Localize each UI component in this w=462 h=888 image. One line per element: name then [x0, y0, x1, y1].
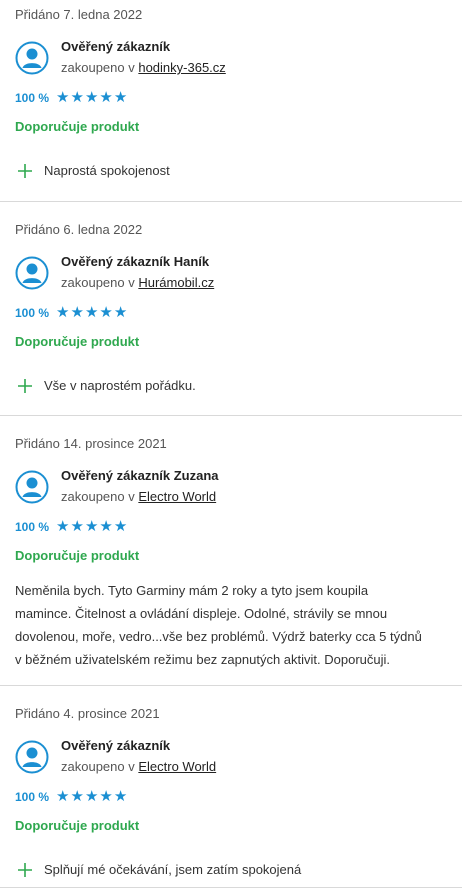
rating: 100 % ★ ★ ★ ★ ★ — [15, 305, 127, 320]
review-text: Neměnila bych. Tyto Garminy mám 2 roky a… — [15, 579, 452, 671]
pro-text: Vše v naprostém pořádku. — [44, 378, 196, 393]
shop-link[interactable]: Electro World — [138, 489, 216, 504]
purchase-info: zakoupeno v Hurámobil.cz — [61, 275, 214, 290]
review-text-line: v běžném uživatelském režimu bez zapnutý… — [15, 652, 390, 667]
rating-stars: ★ ★ ★ ★ ★ — [56, 789, 127, 804]
star-icon: ★ — [113, 89, 128, 106]
star-icon: ★ — [99, 89, 113, 106]
review-card: Přidáno 14. prosince 2021 Ověřený zákazn… — [0, 416, 462, 686]
review-author: Ověřený zákazník Zuzana — [61, 468, 219, 483]
pro-item: Vše v naprostém pořádku. — [18, 378, 196, 393]
rating: 100 % ★ ★ ★ ★ ★ — [15, 789, 127, 804]
rating-percent: 100 % — [15, 305, 50, 320]
shop-link[interactable]: Electro World — [138, 759, 216, 774]
rating-percent: 100 % — [15, 789, 50, 804]
star-icon: ★ — [56, 788, 70, 805]
review-card: Přidáno 6. ledna 2022 Ověřený zákazník H… — [0, 202, 462, 416]
purchase-prefix: zakoupeno v — [61, 759, 139, 774]
purchase-prefix: zakoupeno v — [61, 275, 139, 290]
star-icon: ★ — [84, 788, 99, 805]
rating-stars: ★ ★ ★ ★ ★ — [56, 519, 127, 534]
star-icon: ★ — [99, 304, 113, 321]
purchase-info: zakoupeno v Electro World — [61, 759, 216, 774]
star-icon: ★ — [70, 788, 84, 805]
rating-stars: ★ ★ ★ ★ ★ — [56, 90, 127, 105]
purchase-info: zakoupeno v hodinky-365.cz — [61, 60, 226, 75]
plus-icon — [18, 862, 32, 877]
review-text-line: mamince. Čitelnost a ovládání displeje. … — [15, 606, 388, 621]
review-date: Přidáno 6. ledna 2022 — [15, 222, 143, 237]
review-card: Přidáno 7. ledna 2022 Ověřený zákazník z… — [0, 0, 462, 202]
star-icon: ★ — [56, 89, 70, 106]
user-avatar-icon — [15, 740, 49, 774]
recommend-label: Doporučuje produkt — [15, 548, 140, 563]
plus-icon — [18, 378, 32, 393]
plus-icon — [18, 163, 32, 178]
review-card: Přidáno 4. prosince 2021 Ověřený zákazní… — [0, 686, 462, 888]
pro-text: Splňují mé očekávání, jsem zatím spokoje… — [44, 862, 302, 877]
star-icon: ★ — [70, 518, 84, 535]
review-author: Ověřený zákazník — [61, 39, 171, 54]
purchase-prefix: zakoupeno v — [61, 489, 139, 504]
review-date: Přidáno 7. ledna 2022 — [15, 7, 143, 22]
shop-link[interactable]: Hurámobil.cz — [138, 275, 214, 290]
recommend-label: Doporučuje produkt — [15, 119, 140, 134]
purchase-prefix: zakoupeno v — [61, 60, 139, 75]
review-author: Ověřený zákazník Haník — [61, 254, 210, 269]
purchase-info: zakoupeno v Electro World — [61, 489, 216, 504]
shop-link[interactable]: hodinky-365.cz — [138, 60, 225, 75]
pro-item: Splňují mé očekávání, jsem zatím spokoje… — [18, 862, 301, 877]
rating-percent: 100 % — [15, 90, 50, 105]
rating-percent: 100 % — [15, 519, 50, 534]
review-author: Ověřený zákazník — [61, 738, 171, 753]
pro-text: Naprostá spokojenost — [44, 163, 170, 178]
star-icon: ★ — [113, 788, 128, 805]
star-icon: ★ — [99, 788, 113, 805]
recommend-label: Doporučuje produkt — [15, 334, 140, 349]
review-date: Přidáno 14. prosince 2021 — [15, 436, 167, 451]
user-avatar-icon — [15, 470, 49, 504]
star-icon: ★ — [70, 304, 84, 321]
rating: 100 % ★ ★ ★ ★ ★ — [15, 90, 127, 105]
star-icon: ★ — [56, 518, 70, 535]
review-text-line: dovolenou, moře, vedro...vše bez problém… — [15, 629, 422, 644]
rating-stars: ★ ★ ★ ★ ★ — [56, 305, 127, 320]
star-icon: ★ — [113, 518, 128, 535]
star-icon: ★ — [99, 518, 113, 535]
star-icon: ★ — [113, 304, 128, 321]
user-avatar-icon — [15, 41, 49, 75]
user-avatar-icon — [15, 256, 49, 290]
star-icon: ★ — [70, 89, 84, 106]
review-text-line: Neměnila bych. Tyto Garminy mám 2 roky a… — [15, 583, 369, 598]
star-icon: ★ — [84, 304, 99, 321]
star-icon: ★ — [84, 89, 99, 106]
pro-item: Naprostá spokojenost — [18, 163, 170, 178]
star-icon: ★ — [84, 518, 99, 535]
recommend-label: Doporučuje produkt — [15, 818, 140, 833]
star-icon: ★ — [56, 304, 70, 321]
review-date: Přidáno 4. prosince 2021 — [15, 706, 160, 721]
rating: 100 % ★ ★ ★ ★ ★ — [15, 519, 127, 534]
